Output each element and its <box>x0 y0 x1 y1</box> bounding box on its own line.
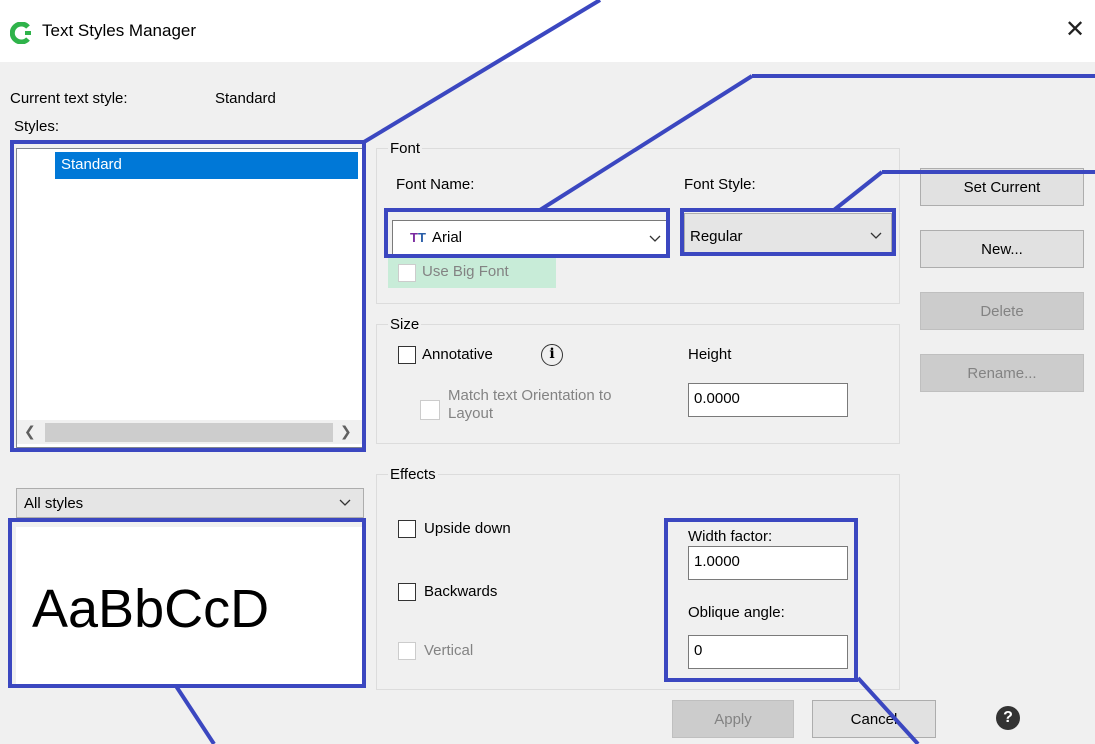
set-current-label: Set Current <box>963 179 1041 196</box>
delete-label: Delete <box>980 303 1024 320</box>
chevron-down-icon <box>339 499 351 506</box>
rename-button[interactable]: Rename... <box>920 354 1084 392</box>
apply-label: Apply <box>714 711 752 728</box>
use-big-font-checkbox[interactable] <box>398 264 416 282</box>
vertical-label: Vertical <box>424 642 474 659</box>
window-title: Text Styles Manager <box>42 21 197 40</box>
height-value: 0.0000 <box>694 390 740 407</box>
match-orientation-label: Match text Orientation to <box>448 387 612 404</box>
font-name-label: Font Name: <box>396 176 475 193</box>
vertical-checkbox[interactable] <box>398 642 416 660</box>
backwards-label: Backwards <box>424 583 498 600</box>
upside-down-checkbox[interactable] <box>398 520 416 538</box>
new-label: New... <box>981 241 1023 258</box>
size-group-label: Size <box>388 316 422 333</box>
cancel-button[interactable]: Cancel <box>812 700 936 738</box>
annotation-box-effects <box>664 518 858 682</box>
match-orientation-label-2: Layout <box>448 405 494 422</box>
new-button[interactable]: New... <box>920 230 1084 268</box>
rename-label: Rename... <box>967 365 1037 382</box>
font-group-label: Font <box>388 140 423 157</box>
app-logo-icon <box>10 22 31 44</box>
annotation-box-preview <box>8 518 366 688</box>
use-big-font-label: Use Big Font <box>422 263 509 280</box>
font-style-label: Font Style: <box>684 176 756 193</box>
styles-filter-value: All styles <box>24 495 84 512</box>
annotative-label: Annotative <box>422 346 493 363</box>
current-style-value: Standard <box>215 90 276 107</box>
cancel-label: Cancel <box>850 711 898 728</box>
close-icon[interactable]: ✕ <box>1062 16 1088 44</box>
height-label: Height <box>688 346 732 363</box>
current-style-label: Current text style: <box>10 90 128 107</box>
annotation-box-font-name <box>384 208 670 258</box>
upside-down-label: Upside down <box>424 520 511 537</box>
match-orientation-checkbox[interactable] <box>420 400 440 420</box>
delete-button[interactable]: Delete <box>920 292 1084 330</box>
styles-label: Styles: <box>14 118 60 135</box>
annotation-box-styles <box>10 140 366 452</box>
annotative-checkbox[interactable] <box>398 346 416 364</box>
set-current-button[interactable]: Set Current <box>920 168 1084 206</box>
annotation-box-font-style <box>680 208 896 256</box>
info-icon[interactable]: i <box>541 344 563 366</box>
effects-group-label: Effects <box>388 466 438 483</box>
backwards-checkbox[interactable] <box>398 583 416 601</box>
apply-button[interactable]: Apply <box>672 700 794 738</box>
help-icon[interactable]: ? <box>996 706 1020 730</box>
